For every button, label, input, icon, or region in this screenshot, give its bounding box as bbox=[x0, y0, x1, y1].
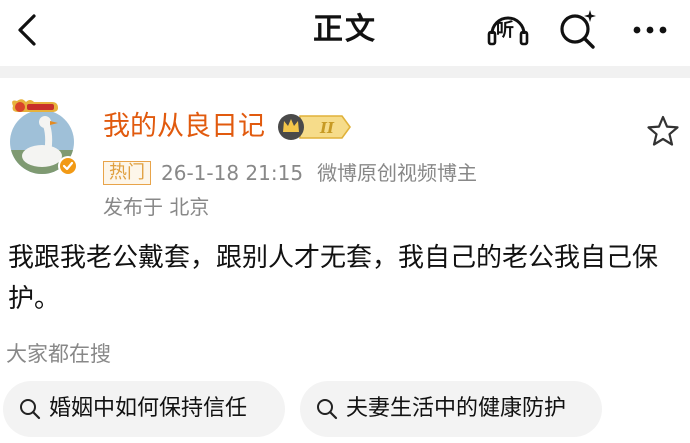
more-icon bbox=[633, 26, 667, 34]
author-name[interactable]: 我的从良日记 bbox=[103, 110, 265, 144]
top-navigation-bar: 正文 听 bbox=[0, 0, 690, 64]
section-separator bbox=[0, 66, 690, 78]
crown-badge-icon: II bbox=[278, 114, 351, 140]
more-options-button[interactable] bbox=[628, 8, 672, 52]
favorite-star-icon bbox=[647, 115, 679, 146]
chip-label: 婚姻中如何保持信任 bbox=[49, 396, 248, 421]
avatar-sticker bbox=[12, 99, 59, 112]
search-icon bbox=[317, 399, 338, 420]
svg-text:II: II bbox=[319, 119, 335, 137]
post-location: 发布于 北京 bbox=[103, 195, 210, 219]
listen-label: 听 bbox=[496, 20, 514, 41]
author-avatar[interactable] bbox=[8, 98, 80, 178]
hot-tag: 热门 bbox=[103, 161, 151, 185]
post-timestamp: 26-1-18 21:15 bbox=[161, 161, 304, 185]
listen-button[interactable]: 听 bbox=[486, 8, 530, 52]
related-search-chip[interactable]: 婚姻中如何保持信任 bbox=[3, 381, 285, 437]
related-search-label: 大家都在搜 bbox=[6, 342, 111, 366]
verified-icon bbox=[58, 156, 78, 176]
search-button[interactable] bbox=[556, 8, 600, 52]
post-meta: 热门 26-1-18 21:15 微博原创视频博主 bbox=[103, 159, 477, 187]
member-level-badge[interactable]: II bbox=[276, 112, 352, 142]
post-source: 微博原创视频博主 bbox=[317, 161, 478, 185]
search-icon bbox=[20, 399, 41, 420]
related-search-chip[interactable]: 夫妻生活中的健康防护 bbox=[300, 381, 602, 437]
post-text: 我跟我老公戴套，跟别人才无套，我自己的老公我自己保护。 bbox=[8, 243, 659, 314]
chip-label: 夫妻生活中的健康防护 bbox=[346, 396, 567, 421]
favorite-button[interactable] bbox=[646, 114, 680, 148]
search-icon bbox=[560, 10, 596, 49]
